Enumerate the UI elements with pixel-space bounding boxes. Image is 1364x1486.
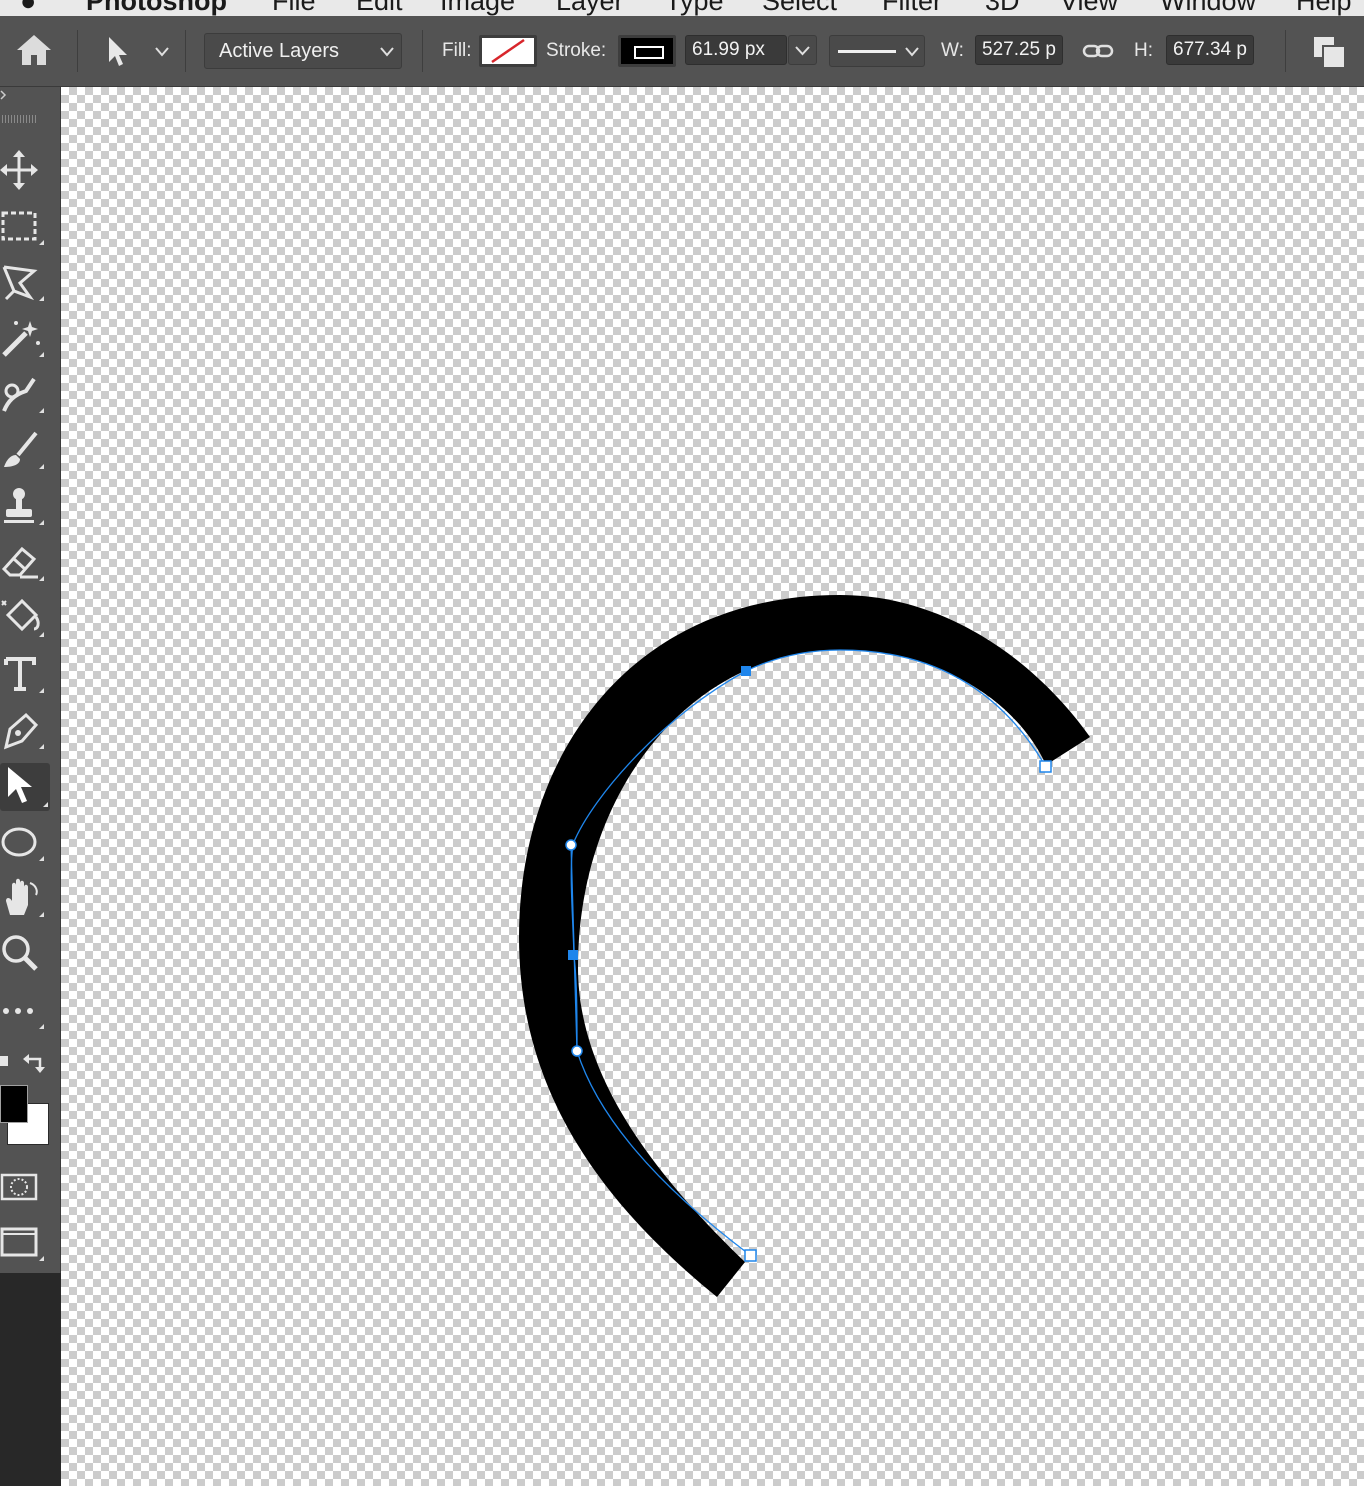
brush-tool-icon[interactable] — [0, 427, 46, 473]
anchor-point-selected[interactable] — [568, 950, 578, 960]
menu-window[interactable]: Window — [1160, 0, 1256, 16]
magic-wand-icon[interactable] — [0, 315, 46, 361]
anchor-point-selected[interactable] — [741, 666, 751, 676]
collapse-arrow-icon[interactable] — [0, 87, 8, 105]
zoom-tool-icon[interactable] — [0, 931, 46, 977]
path-selection-arrow-icon[interactable] — [103, 34, 133, 68]
menu-file[interactable]: File — [272, 0, 316, 16]
no-fill-icon — [491, 38, 525, 64]
type-tool-icon[interactable] — [0, 651, 46, 697]
chevron-down-icon — [795, 46, 810, 56]
stroke-label: Stroke: — [546, 40, 607, 61]
default-colors-icon[interactable] — [0, 1053, 12, 1069]
bezier-handle-point[interactable] — [571, 1045, 583, 1057]
home-icon[interactable] — [14, 32, 54, 68]
canvas-artwork — [519, 595, 1090, 1297]
ellipse-tool-icon[interactable] — [0, 819, 46, 865]
apple-icon[interactable]: ● — [20, 0, 36, 16]
more-tools-icon[interactable] — [0, 987, 46, 1033]
menu-3d[interactable]: 3D — [985, 0, 1020, 16]
menu-edit[interactable]: Edit — [356, 0, 403, 16]
document-canvas[interactable] — [61, 87, 1364, 1486]
direct-selection-icon[interactable] — [0, 763, 50, 811]
menu-image[interactable]: Image — [440, 0, 515, 16]
chevron-down-icon — [377, 44, 397, 60]
menu-layer[interactable]: Layer — [556, 0, 624, 16]
panel-grip[interactable] — [2, 115, 38, 123]
eraser-tool-icon[interactable] — [0, 539, 46, 585]
pen-tool-icon[interactable] — [0, 707, 46, 753]
quick-mask-icon[interactable] — [0, 1163, 46, 1209]
move-tool-icon[interactable] — [0, 147, 46, 193]
stroke-width-dropdown[interactable] — [788, 35, 817, 65]
options-bar: Active Layers Fill: Stroke: 61.99 px W: … — [0, 16, 1364, 87]
lasso-tool-icon[interactable] — [0, 259, 46, 305]
menu-app-name[interactable]: Photoshop — [86, 0, 227, 16]
macos-menu-bar: ● Photoshop File Edit Image Layer Type S… — [0, 0, 1364, 16]
fill-label: Fill: — [442, 40, 472, 61]
divider — [422, 30, 423, 72]
anchor-point-end[interactable] — [1039, 760, 1052, 773]
chevron-down-icon[interactable] — [152, 44, 172, 60]
stroke-color-icon — [634, 46, 664, 59]
healing-brush-icon[interactable] — [0, 371, 46, 417]
height-input[interactable]: 677.34 p — [1166, 35, 1254, 65]
divider — [185, 30, 186, 72]
arc-stroke-shape[interactable] — [519, 595, 1090, 1297]
select-mode-value: Active Layers — [219, 40, 340, 62]
solid-line-icon — [838, 50, 896, 53]
link-icon[interactable] — [1081, 38, 1115, 64]
divider — [77, 30, 78, 72]
foreground-color-swatch[interactable] — [0, 1085, 28, 1123]
stroke-swatch[interactable] — [618, 35, 676, 67]
bezier-handle-point[interactable] — [565, 839, 577, 851]
fill-swatch[interactable] — [479, 35, 537, 67]
tools-panel — [0, 87, 61, 1273]
select-mode-dropdown[interactable]: Active Layers — [204, 33, 402, 69]
anchor-point-end[interactable] — [744, 1249, 757, 1262]
hand-tool-icon[interactable] — [0, 875, 46, 921]
marquee-tool-icon[interactable] — [0, 203, 46, 249]
paint-bucket-icon[interactable] — [0, 595, 46, 641]
stroke-width-input[interactable]: 61.99 px — [685, 35, 787, 65]
divider — [1285, 30, 1286, 72]
clone-stamp-icon[interactable] — [0, 483, 46, 529]
swap-colors-icon[interactable] — [22, 1049, 48, 1073]
width-label: W: — [941, 40, 964, 61]
width-input[interactable]: 527.25 p — [975, 35, 1063, 65]
chevron-down-icon — [905, 47, 919, 57]
menu-type[interactable]: Type — [665, 0, 724, 16]
menu-select[interactable]: Select — [762, 0, 837, 16]
path-arrangement-icon[interactable] — [1310, 33, 1348, 71]
stroke-type-dropdown[interactable] — [829, 35, 925, 67]
screen-mode-icon[interactable] — [0, 1219, 46, 1265]
menu-view[interactable]: View — [1060, 0, 1118, 16]
panel-background — [0, 1274, 56, 1486]
menu-help[interactable]: Help — [1296, 0, 1352, 16]
height-label: H: — [1134, 40, 1153, 61]
menu-filter[interactable]: Filter — [882, 0, 942, 16]
